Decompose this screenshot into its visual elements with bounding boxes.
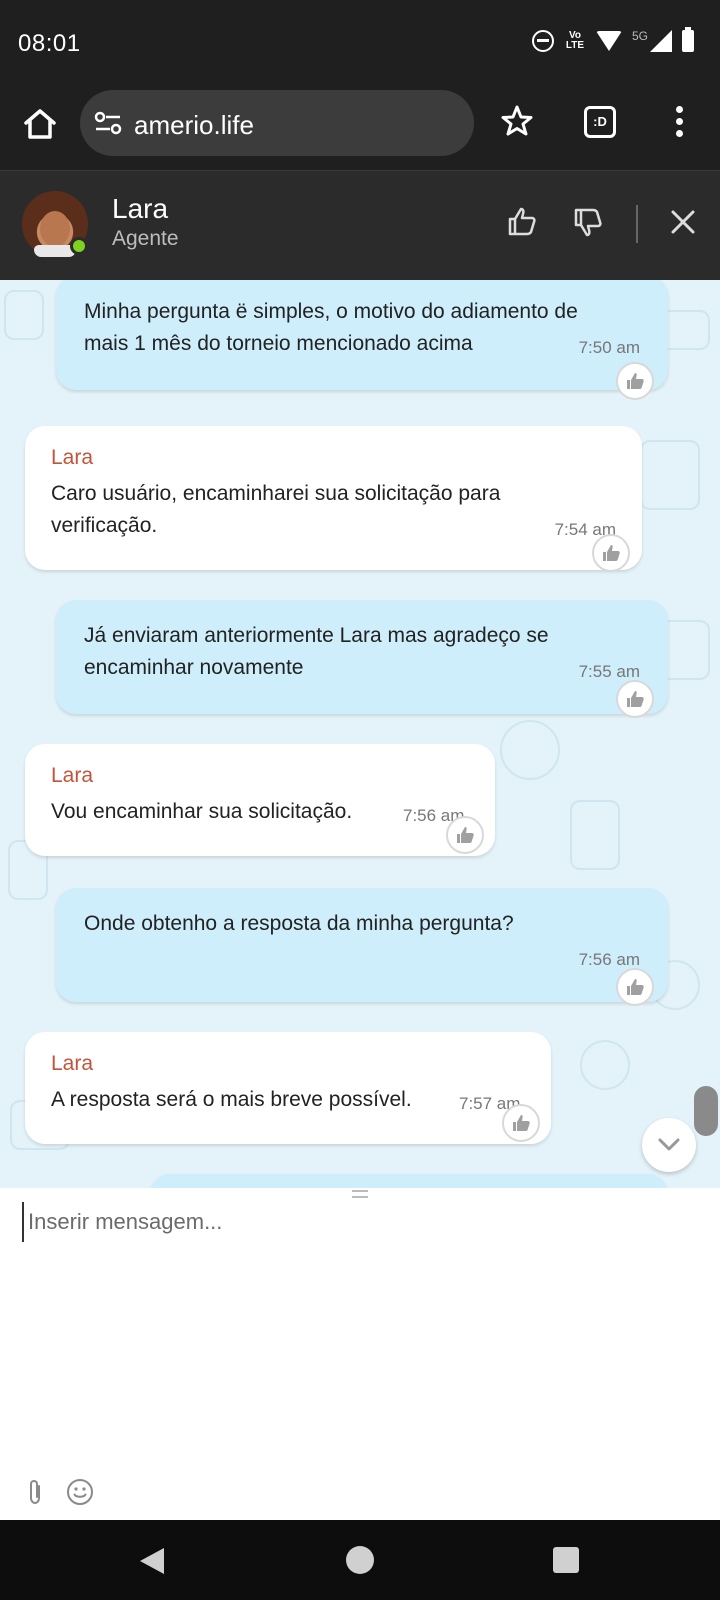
thumbs-up-icon: [627, 979, 644, 995]
message-input[interactable]: [22, 1202, 702, 1242]
status-bar: 08:01 Vo LTE 5G: [0, 0, 720, 86]
site-settings-icon[interactable]: [94, 111, 122, 135]
message-composer: [0, 1188, 720, 1520]
thumbs-up-icon: [627, 691, 644, 707]
header-divider: [636, 205, 638, 243]
agent-message-bubble: Lara A resposta será o mais breve possív…: [25, 1032, 551, 1144]
thumbs-up-icon: [457, 827, 474, 843]
battery-icon: [682, 27, 694, 52]
message-text: Onde obtenho a resposta da minha pergunt…: [84, 912, 514, 935]
message-like-button[interactable]: [616, 362, 654, 400]
agent-role: Agente: [112, 227, 179, 250]
message-time: 7:55 am: [578, 662, 640, 681]
browser-toolbar: amerio.life :D: [0, 86, 720, 170]
close-icon[interactable]: [670, 209, 696, 235]
user-message-bubble: Já enviaram anteriormente Lara mas agrad…: [56, 600, 668, 714]
scroll-to-bottom-button[interactable]: [642, 1118, 696, 1172]
sender-name: Lara: [51, 1052, 94, 1075]
chat-messages-area[interactable]: Minha pergunta ë simples, o motivo do ad…: [0, 280, 720, 1188]
thumbs-up-icon[interactable]: [506, 205, 538, 237]
sender-name: Lara: [51, 764, 94, 787]
user-message-bubble: Minha pergunta ë simples, o motivo do ad…: [56, 280, 668, 390]
tab-switcher-button[interactable]: :D: [584, 106, 616, 138]
volte-icon: Vo LTE: [565, 30, 585, 51]
user-message-bubble: [150, 1174, 668, 1188]
thumbs-up-icon: [627, 373, 644, 389]
message-like-button[interactable]: [616, 968, 654, 1006]
background-pattern: [4, 290, 44, 340]
message-text: Já enviaram anteriormente Lara mas agrad…: [84, 624, 549, 679]
agent-message-bubble: Lara Vou encaminhar sua solicitação. 7:5…: [25, 744, 495, 856]
thumbs-up-icon: [603, 545, 620, 561]
user-message-bubble: Onde obtenho a resposta da minha pergunt…: [56, 888, 668, 1002]
background-pattern: [500, 720, 560, 780]
do-not-disturb-icon: [531, 30, 554, 52]
resize-handle[interactable]: [352, 1190, 368, 1198]
url-text: amerio.life: [134, 110, 254, 140]
background-pattern: [580, 1040, 630, 1090]
network-type-label: 5G: [631, 29, 648, 43]
status-time: 08:01: [18, 30, 81, 57]
message-text: A resposta será o mais breve possível.: [51, 1088, 412, 1111]
message-text: Vou encaminhar sua solicitação.: [51, 800, 353, 823]
chat-header: Lara Agente: [0, 170, 720, 280]
recents-icon[interactable]: [553, 1547, 579, 1573]
message-like-button[interactable]: [502, 1104, 540, 1142]
thumbs-up-icon: [513, 1115, 530, 1131]
home-circle-icon[interactable]: [346, 1546, 374, 1574]
attachment-icon[interactable]: [24, 1478, 46, 1506]
emoji-icon[interactable]: [66, 1478, 94, 1506]
wifi-icon: [595, 31, 622, 51]
bookmark-star-icon[interactable]: [500, 104, 534, 138]
status-icons: Vo LTE 5G: [531, 27, 694, 52]
chevron-down-icon: [658, 1138, 680, 1151]
scrollbar-thumb[interactable]: [694, 1086, 718, 1136]
background-pattern: [640, 440, 700, 510]
message-like-button[interactable]: [446, 816, 484, 854]
agent-name: Lara: [112, 193, 169, 224]
thumbs-down-icon[interactable]: [572, 207, 604, 239]
system-navigation-bar: [0, 1520, 720, 1600]
message-time: 7:56 am: [578, 950, 640, 969]
home-icon[interactable]: [22, 106, 58, 142]
message-text: Minha pergunta ë simples, o motivo do ad…: [84, 300, 578, 355]
message-like-button[interactable]: [616, 680, 654, 718]
signal-icon: [650, 30, 672, 52]
message-like-button[interactable]: [592, 534, 630, 572]
message-text: Caro usuário, encaminharei sua solicitaç…: [51, 482, 501, 537]
address-bar[interactable]: amerio.life: [80, 90, 474, 156]
agent-message-bubble: Lara Caro usuário, encaminharei sua soli…: [25, 426, 642, 570]
more-menu-icon[interactable]: [672, 106, 686, 140]
background-pattern: [570, 800, 620, 870]
sender-name: Lara: [51, 446, 94, 469]
online-status-indicator: [70, 237, 88, 255]
back-icon[interactable]: [140, 1548, 164, 1574]
message-time: 7:50 am: [578, 338, 640, 357]
